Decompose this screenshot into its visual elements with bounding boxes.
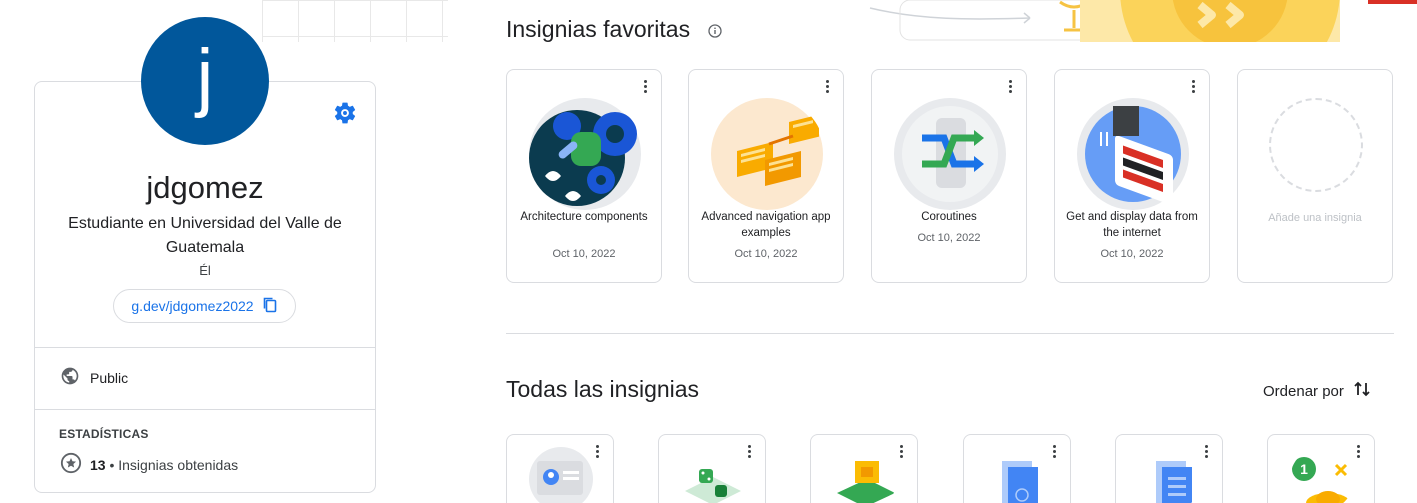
info-icon[interactable] (708, 24, 722, 38)
settings-gear-icon[interactable] (332, 100, 358, 126)
more-options-icon[interactable] (639, 78, 651, 94)
copy-icon[interactable] (262, 296, 278, 317)
badge-card[interactable] (963, 434, 1071, 503)
badge-name: Coroutines (921, 211, 977, 223)
header-illustration (860, 0, 1417, 42)
sort-button[interactable]: Ordenar por (1263, 380, 1370, 402)
more-options-icon[interactable] (1352, 443, 1364, 459)
background-grid-decoration (262, 0, 448, 42)
badges-count-label: • Insignias obtenidas (109, 456, 239, 473)
coroutines-badge-image (892, 96, 1008, 212)
sort-arrows-icon (1354, 380, 1370, 402)
avatar[interactable]: j (141, 17, 269, 145)
badge-card[interactable] (810, 434, 918, 503)
badge-image (681, 447, 745, 503)
badge-image (986, 447, 1050, 503)
badge-name: Advanced navigation app examples (701, 211, 831, 239)
more-options-icon[interactable] (1004, 78, 1016, 94)
profile-link-text: g.dev/jdgomez2022 (131, 298, 254, 314)
more-options-icon[interactable] (821, 78, 833, 94)
sort-label: Ordenar por (1263, 382, 1344, 400)
badge-image (529, 447, 593, 503)
badge-card[interactable]: 1 (1267, 434, 1375, 503)
more-options-icon[interactable] (895, 443, 907, 459)
badge-image (833, 447, 897, 503)
globe-icon (60, 366, 80, 389)
favorite-badge-card[interactable]: Get and display data from the internet O… (1054, 69, 1210, 283)
more-options-icon[interactable] (591, 443, 603, 459)
svg-text:1: 1 (1300, 461, 1308, 477)
favorite-badge-card[interactable]: Coroutines Oct 10, 2022 (871, 69, 1027, 283)
profile-headline: Estudiante en Universidad del Valle de G… (68, 215, 342, 256)
badge-date: Oct 10, 2022 (552, 248, 616, 260)
add-badge-placeholder (1269, 98, 1363, 192)
more-options-icon[interactable] (743, 443, 755, 459)
stats-title: ESTADÍSTICAS (59, 427, 149, 441)
advanced-navigation-badge-image (709, 96, 825, 212)
architecture-components-badge-image (527, 96, 643, 212)
section-divider (506, 333, 1394, 334)
badge-date: Oct 10, 2022 (917, 232, 981, 244)
badge-image (1138, 447, 1202, 503)
pronoun: Él (199, 263, 211, 278)
avatar-letter: j (196, 33, 214, 119)
badge-name: Architecture components (520, 211, 648, 223)
badge-name: Get and display data from the internet (1066, 211, 1198, 239)
more-options-icon[interactable] (1187, 78, 1199, 94)
more-options-icon[interactable] (1200, 443, 1212, 459)
all-badges-title: Todas las insignias (506, 376, 700, 402)
profile-link-chip[interactable]: g.dev/jdgomez2022 (113, 289, 296, 323)
star-icon (60, 452, 82, 477)
favorites-title: Insignias favoritas (506, 16, 691, 42)
badges-count: 13 (90, 456, 106, 473)
badge-card[interactable] (658, 434, 766, 503)
visibility-label: Public (90, 369, 129, 386)
get-display-data-badge-image (1075, 96, 1191, 212)
username: jdgomez (146, 170, 264, 205)
add-badge-slot[interactable]: Añade una insignia (1237, 69, 1393, 283)
badge-date: Oct 10, 2022 (1100, 248, 1164, 260)
stats-divider (35, 409, 375, 410)
badge-card[interactable] (506, 434, 614, 503)
favorite-badge-card[interactable]: Advanced navigation app examples Oct 10,… (688, 69, 844, 283)
more-options-icon[interactable] (1048, 443, 1060, 459)
badge-image: 1 (1290, 447, 1354, 503)
badges-earned-row: 13 • Insignias obtenidas (60, 452, 238, 477)
profile-divider (35, 347, 375, 348)
visibility-row: Public (60, 366, 128, 389)
add-badge-label: Añade una insignia (1268, 212, 1362, 224)
badge-card[interactable] (1115, 434, 1223, 503)
favorite-badge-card[interactable]: Architecture components Oct 10, 2022 (506, 69, 662, 283)
badge-date: Oct 10, 2022 (734, 248, 798, 260)
